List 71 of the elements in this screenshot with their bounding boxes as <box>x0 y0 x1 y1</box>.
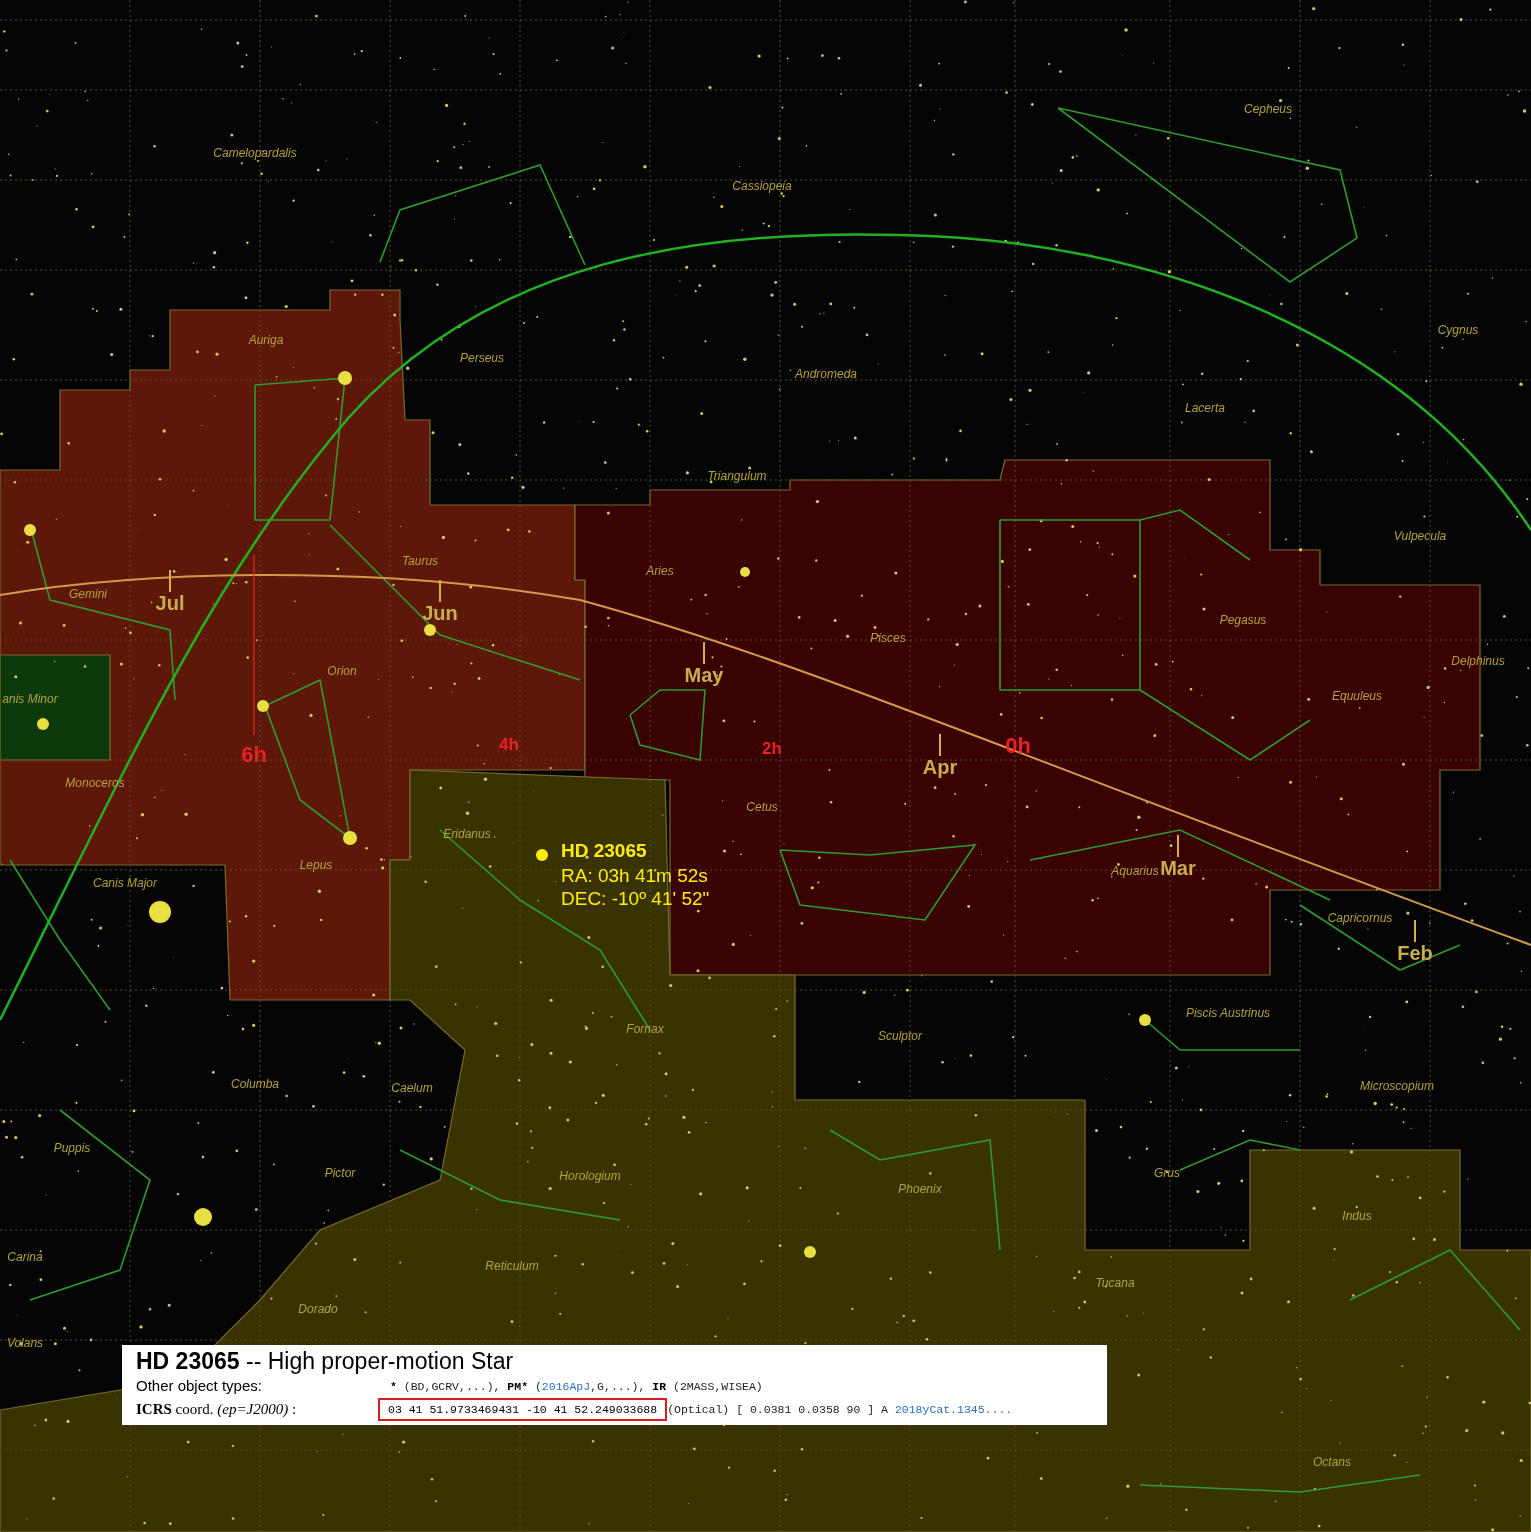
constellation-label: Grus <box>1154 1166 1180 1180</box>
constellation-label: Puppis <box>53 1141 91 1155</box>
type-code: PM* <box>507 1378 530 1395</box>
constellation-label: Lacerta <box>1185 401 1225 415</box>
constellation-label: Camelopardalis <box>213 146 297 160</box>
constellation-label: Aries <box>646 564 674 578</box>
month-label: Jun <box>422 602 458 624</box>
type-code: * <box>390 1378 398 1395</box>
month-label: Jul <box>155 592 185 614</box>
detail-text: ( <box>534 1378 542 1395</box>
constellation-label: Tucana <box>1095 1276 1135 1290</box>
field-label: Other object types: <box>136 1376 263 1397</box>
object-type-title: -- High proper-motion Star <box>244 1347 514 1375</box>
object-name: HD 23065 <box>136 1347 240 1375</box>
reference-link[interactable]: 2016ApJ <box>541 1377 591 1396</box>
constellation-label: Indus <box>1342 1209 1372 1223</box>
type-code: IR <box>652 1378 668 1395</box>
hour-label: 2h <box>762 739 782 758</box>
constellation-label: Cetus <box>746 800 778 814</box>
constellation-label: Lepus <box>299 858 333 872</box>
constellation-label: Perseus <box>460 351 504 365</box>
field-label: ICRS coord. (ep=J2000) : <box>136 1400 298 1420</box>
declination-text: DEC: -10º 41' 52" <box>561 888 710 909</box>
constellation-label: Andromeda <box>795 367 857 381</box>
constellation-label: Cygnus <box>1437 323 1479 337</box>
constellation-label: Volans <box>6 1336 44 1350</box>
constellation-label: Microscopium <box>1360 1079 1434 1093</box>
constellation-label: Carina <box>7 1250 43 1264</box>
constellation-label: Caelum <box>391 1081 433 1095</box>
constellation-label: Reticulum <box>485 1259 539 1273</box>
constellation-label: Auriga <box>248 333 284 347</box>
constellation-label: Octans <box>1313 1455 1351 1469</box>
constellation-label: Pisces <box>870 631 906 645</box>
constellation-label: Piscis Austrinus <box>1185 1006 1271 1020</box>
hour-label: 6h <box>241 742 267 767</box>
constellation-label: Equuleus <box>1332 689 1382 703</box>
constellation-label: Fornax <box>626 1022 664 1036</box>
constellation-label: Sculptor <box>878 1029 922 1043</box>
constellation-label: Phoenix <box>898 1182 942 1196</box>
hour-label: 4h <box>499 735 519 754</box>
constellation-label: Columba <box>231 1077 279 1091</box>
constellation-label: Pegasus <box>1219 613 1267 627</box>
constellation-label: Pictor <box>324 1166 356 1180</box>
month-label: Apr <box>922 756 958 778</box>
coordinates-value: 03 41 51.9733469431 -10 41 52.249033688 <box>378 1397 668 1422</box>
constellation-label: Dorado <box>298 1302 338 1316</box>
constellation-label: Cassiopeia <box>732 179 792 193</box>
detail-text: (Optical) [ 0.0381 0.0358 90 ] A <box>667 1401 889 1418</box>
reference-link[interactable]: 2018yCat.1345.... <box>894 1400 1013 1419</box>
detail-text: (2MASS,WISEA) <box>673 1378 763 1395</box>
constellation-label: Capricornus <box>1327 911 1393 925</box>
right-ascension-text: RA: 03h 41m 52s <box>561 865 708 886</box>
constellation-label: anis Minor <box>2 692 58 706</box>
month-label: May <box>684 664 724 686</box>
month-label: Feb <box>1397 942 1433 964</box>
constellation-label: Aquarius <box>1111 864 1159 878</box>
constellation-label: Orion <box>327 664 357 678</box>
constellation-label: Gemini <box>69 587 107 601</box>
detail-text: ,G,...), <box>590 1378 647 1395</box>
constellation-label: Triangulum <box>707 469 767 483</box>
hour-label: 0h <box>1005 733 1031 758</box>
month-label: Mar <box>1160 857 1196 879</box>
target-name: HD 23065 <box>561 840 647 861</box>
constellation-label: Eridanus <box>443 827 491 841</box>
constellation-label: Cepheus <box>1244 102 1292 116</box>
constellation-label: Horologium <box>559 1169 621 1183</box>
constellation-label: Taurus <box>401 554 439 568</box>
constellation-label: Delphinus <box>1451 654 1505 668</box>
constellation-label: Canis Major <box>93 876 157 890</box>
detail-text: (BD,GCRV,...), <box>403 1378 502 1395</box>
constellation-label: Vulpecula <box>1393 529 1447 543</box>
